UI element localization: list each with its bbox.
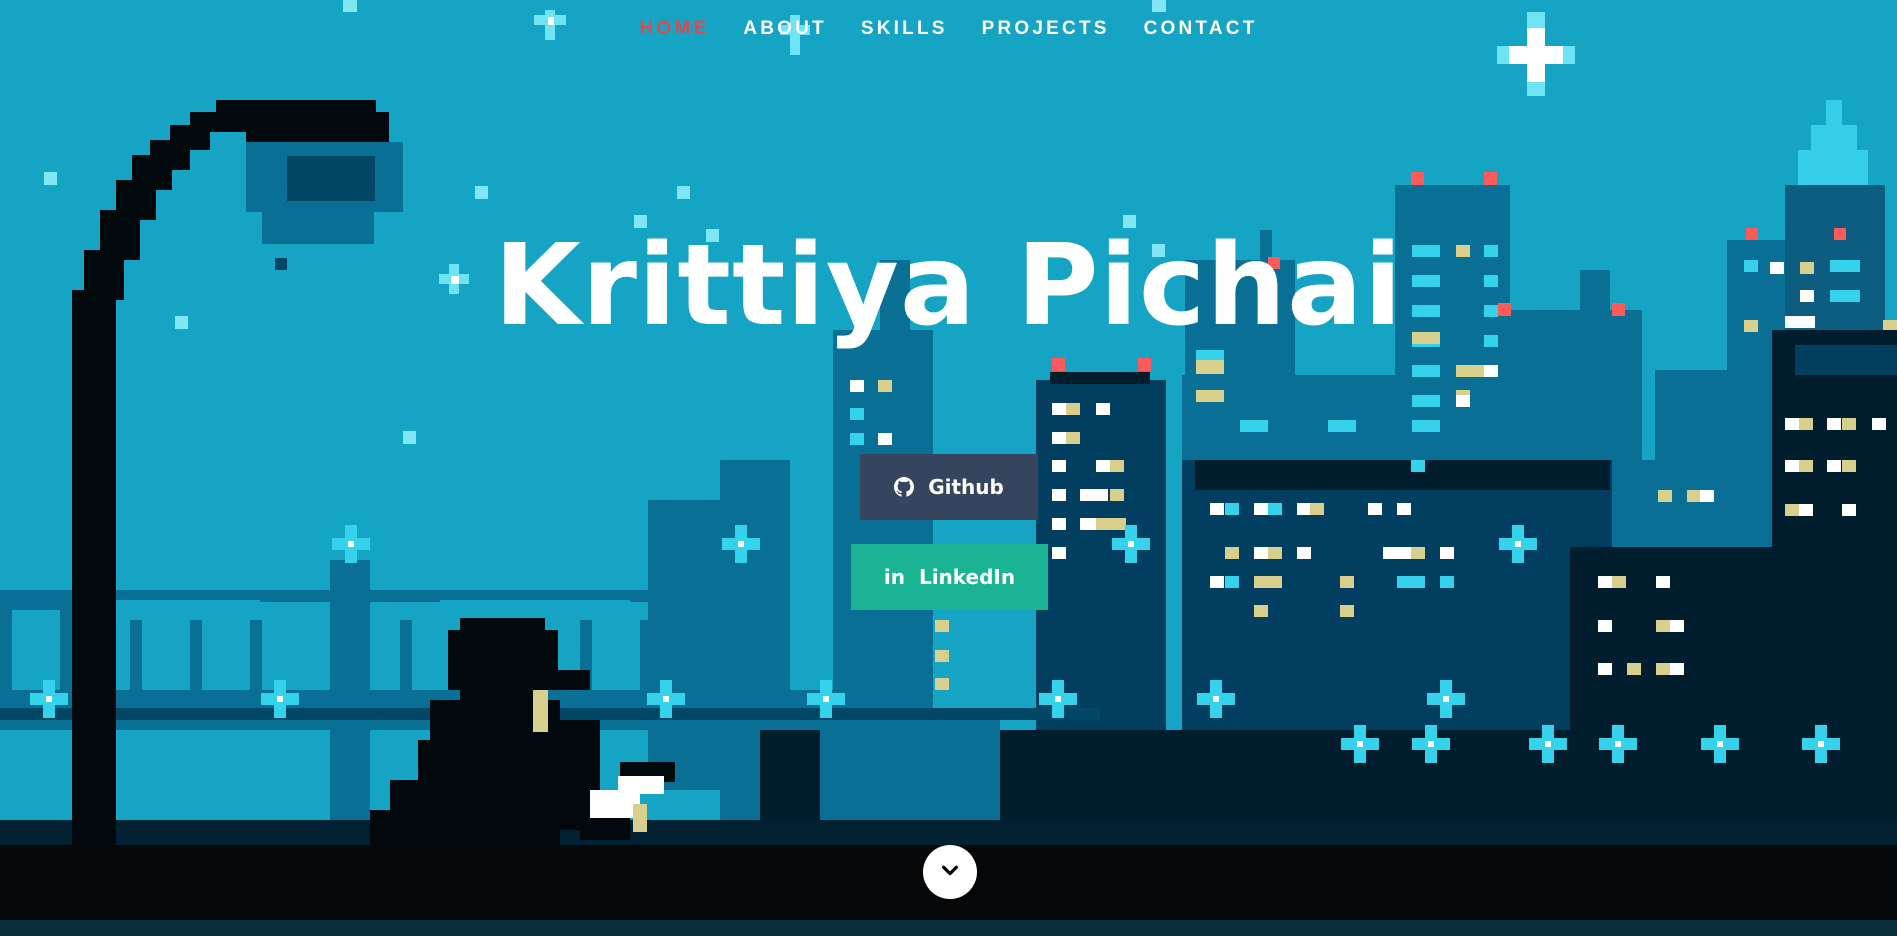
- linkedin-button-label: LinkedIn: [918, 565, 1016, 589]
- github-button[interactable]: Github: [860, 454, 1038, 520]
- nav-item-projects[interactable]: PROJECTS: [982, 18, 1110, 40]
- scroll-down-button[interactable]: [923, 845, 977, 899]
- github-button-label: Github: [928, 475, 1004, 499]
- nav-item-about[interactable]: ABOUT: [743, 18, 827, 40]
- nav-item-contact[interactable]: CONTACT: [1144, 18, 1258, 40]
- nav-item-home[interactable]: HOME: [639, 18, 709, 40]
- top-navigation: HOME ABOUT SKILLS PROJECTS CONTACT: [0, 18, 1897, 40]
- hero-title: Krittiya Pichai: [493, 221, 1404, 351]
- nav-item-skills[interactable]: SKILLS: [861, 18, 948, 40]
- linkedin-button[interactable]: in LinkedIn: [851, 544, 1048, 610]
- chevron-down-icon: [939, 859, 961, 885]
- linkedin-icon: in: [883, 565, 905, 589]
- github-icon: [894, 477, 915, 497]
